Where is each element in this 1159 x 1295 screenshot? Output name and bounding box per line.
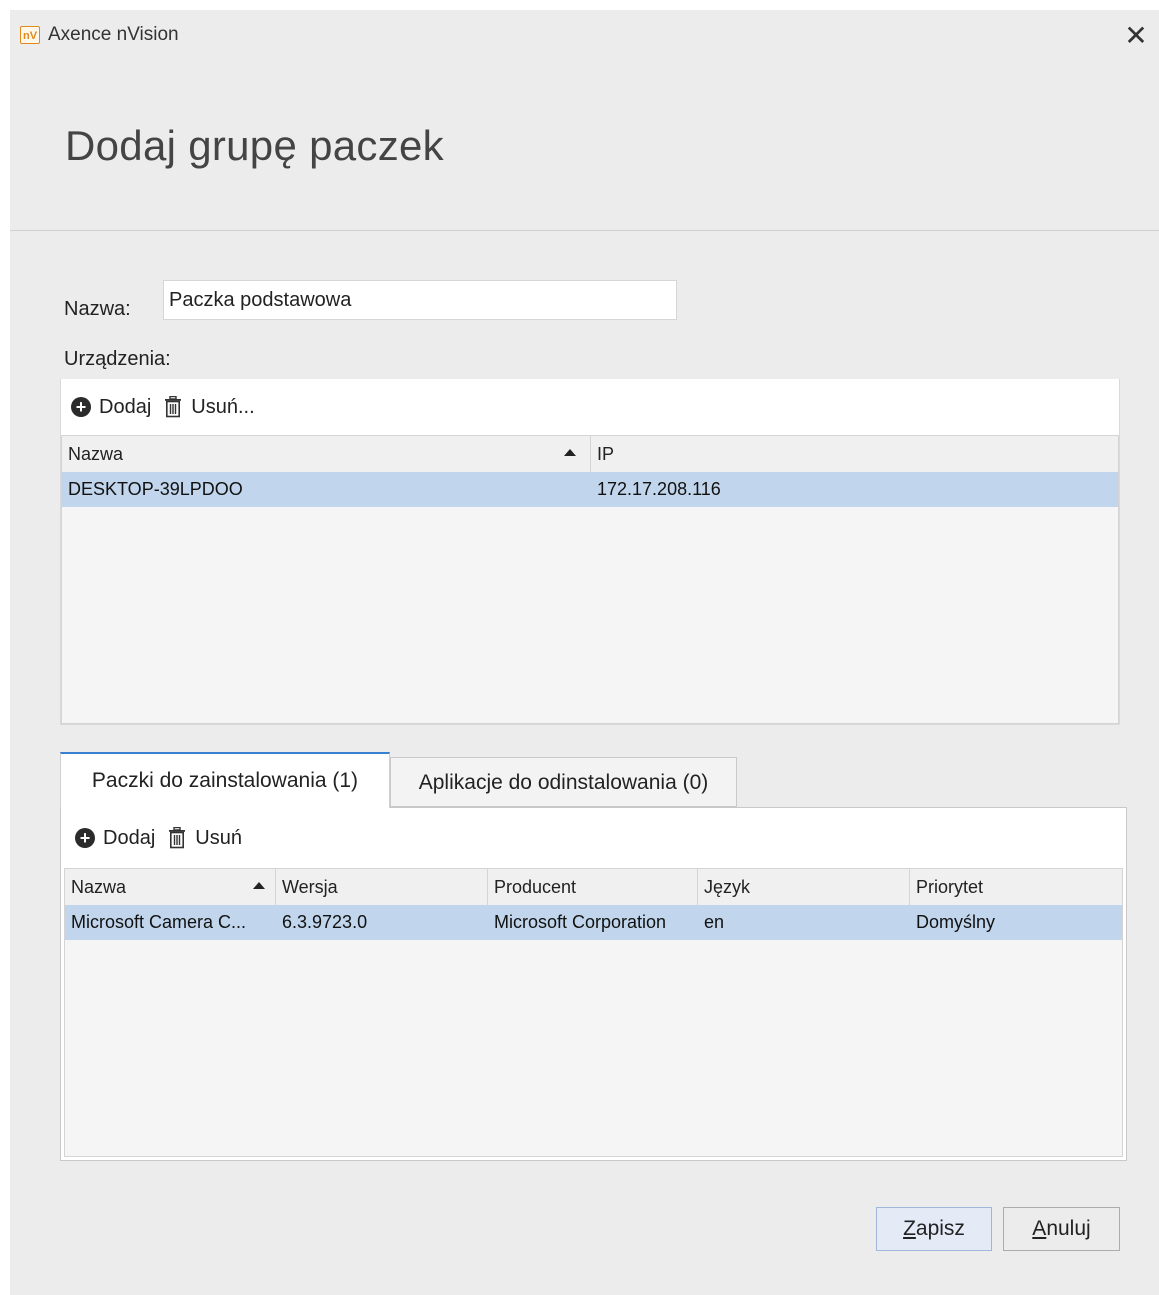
devices-label: Urządzenia: — [64, 348, 171, 370]
close-icon[interactable]: ✕ — [1119, 20, 1153, 52]
save-mnemonic: Z — [903, 1217, 916, 1240]
package-producer-cell: Microsoft Corporation — [494, 912, 667, 932]
devices-grid-header: Nazwa IP — [62, 436, 1118, 473]
packages-col-language-label: Język — [704, 877, 751, 897]
devices-grid: Nazwa IP DESKTOP-39LPDOO 172.17.208.116 — [61, 435, 1119, 724]
package-priority-cell: Domyślny — [916, 912, 996, 932]
devices-panel: + Dodaj Usuń... Nazwa IP DESKTOP-39LPDOO… — [60, 379, 1120, 725]
sort-ascending-icon — [253, 882, 265, 889]
cancel-button[interactable]: Anuluj — [1003, 1207, 1120, 1251]
table-row[interactable]: Microsoft Camera C... 6.3.9723.0 Microso… — [65, 905, 1122, 940]
sort-ascending-icon — [564, 449, 576, 456]
dialog-window: nV Axence nVision ✕ Dodaj grupę paczek N… — [10, 10, 1159, 1295]
package-language-cell: en — [704, 912, 725, 932]
devices-remove-button[interactable]: Usuń... — [163, 395, 255, 419]
plus-circle-icon: + — [75, 828, 95, 848]
devices-col-ip[interactable]: IP — [591, 436, 1119, 472]
trash-icon — [169, 827, 186, 849]
page-title: Dodaj grupę paczek — [65, 122, 444, 169]
devices-col-name-label: Nazwa — [68, 444, 124, 464]
save-button[interactable]: Zapisz — [876, 1207, 992, 1251]
packages-remove-label: Usuń — [195, 826, 242, 849]
packages-col-producer[interactable]: Producent — [488, 869, 698, 905]
device-ip-cell: 172.17.208.116 — [597, 479, 721, 499]
packages-col-name[interactable]: Nazwa — [65, 869, 276, 905]
packages-remove-button[interactable]: Usuń — [167, 827, 242, 850]
devices-add-button[interactable]: + Dodaj — [71, 396, 151, 419]
packages-grid: Nazwa Wersja Producent Język Priorytet M… — [64, 868, 1123, 1157]
tab-apps-to-uninstall[interactable]: Aplikacje do odinstalowania (0) — [390, 757, 737, 807]
cancel-mnemonic: A — [1032, 1217, 1047, 1240]
save-label: apisz — [915, 1217, 965, 1240]
package-version-cell: 6.3.9723.0 — [282, 912, 368, 932]
packages-col-priority-label: Priorytet — [916, 877, 984, 897]
table-row[interactable]: DESKTOP-39LPDOO 172.17.208.116 — [62, 472, 1118, 507]
packages-col-name-label: Nazwa — [71, 877, 127, 897]
packages-col-language[interactable]: Język — [698, 869, 910, 905]
package-name-cell: Microsoft Camera C... — [71, 912, 247, 932]
packages-grid-header: Nazwa Wersja Producent Język Priorytet — [65, 869, 1122, 906]
packages-add-button[interactable]: + Dodaj — [75, 827, 155, 850]
devices-remove-label: Usuń... — [191, 395, 255, 418]
devices-col-ip-label: IP — [597, 444, 615, 464]
app-logo-icon: nV — [20, 26, 40, 44]
header-divider — [10, 230, 1159, 231]
devices-add-label: Dodaj — [99, 395, 152, 418]
device-name-cell: DESKTOP-39LPDOO — [68, 479, 243, 499]
tab-packages-to-install[interactable]: Paczki do zainstalowania (1) — [60, 752, 390, 808]
packages-col-version[interactable]: Wersja — [276, 869, 488, 905]
packages-col-version-label: Wersja — [282, 877, 338, 897]
devices-col-name[interactable]: Nazwa — [62, 436, 591, 472]
title-bar: nV Axence nVision ✕ — [10, 10, 1159, 60]
devices-toolbar: + Dodaj Usuń... — [71, 379, 267, 435]
packages-add-label: Dodaj — [103, 826, 156, 849]
packages-col-priority[interactable]: Priorytet — [910, 869, 1122, 905]
window-title: Axence nVision — [48, 24, 179, 45]
packages-col-producer-label: Producent — [494, 877, 577, 897]
cancel-label: nuluj — [1046, 1217, 1091, 1240]
plus-circle-icon: + — [71, 397, 91, 417]
trash-icon — [165, 396, 182, 418]
packages-toolbar: + Dodaj Usuń — [75, 810, 254, 866]
packages-panel: + Dodaj Usuń Nazwa Wersja Producent Języ… — [60, 807, 1127, 1161]
name-input[interactable] — [163, 280, 677, 320]
name-label: Nazwa: — [64, 298, 131, 320]
